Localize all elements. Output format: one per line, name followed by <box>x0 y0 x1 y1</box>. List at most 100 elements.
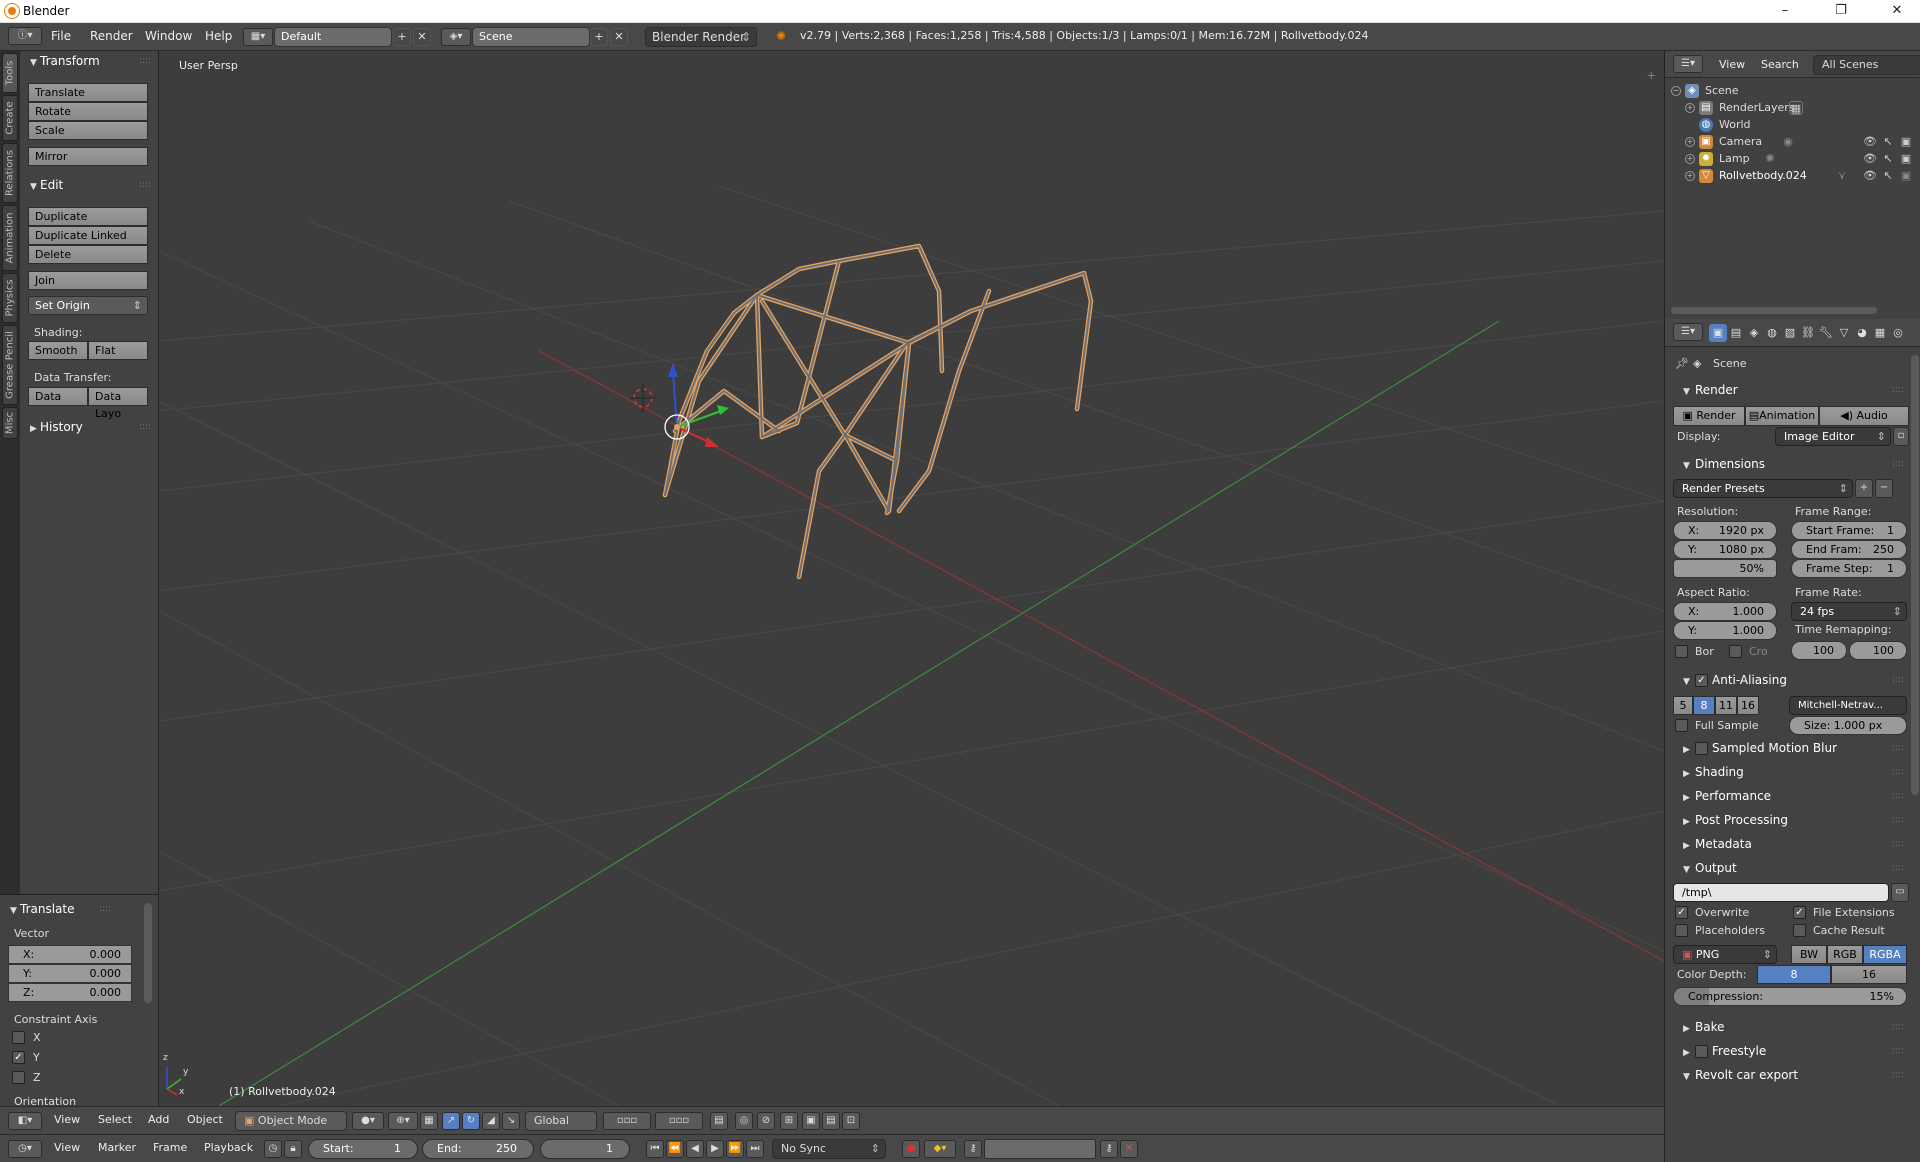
texture-tab-icon[interactable]: ▦ <box>1871 324 1889 342</box>
set-origin-dropdown[interactable]: Set Origin ⇕ <box>28 296 148 315</box>
resolution-y-field[interactable]: Y: 1080 px <box>1673 540 1777 559</box>
rotate-button[interactable]: Rotate <box>28 102 148 121</box>
editor-type-properties-icon[interactable]: ☰▾ <box>1673 323 1703 341</box>
selectable-cursor-icon[interactable]: ↖ <box>1881 152 1895 166</box>
3d-viewport[interactable]: z y x User Persp (1) Rollvetbody.024 + <box>159 51 1664 1106</box>
panel-grip-icon[interactable]: :::: <box>1892 833 1904 855</box>
panel-grip-icon[interactable]: :::: <box>1892 453 1904 475</box>
expand-icon[interactable]: + <box>1685 171 1695 181</box>
material-tab-icon[interactable]: ◕ <box>1853 324 1871 342</box>
pivot-point-icon[interactable]: ⊕▾ <box>388 1112 418 1130</box>
aa-samples-16[interactable]: 16 <box>1737 696 1759 715</box>
object-tab-icon[interactable]: ▧ <box>1781 324 1799 342</box>
data-transfer-button[interactable]: Data <box>28 387 88 406</box>
viewport-expand-icon[interactable]: + <box>1647 69 1656 82</box>
translate-button[interactable]: Translate <box>28 83 148 102</box>
record-icon[interactable]: ● <box>902 1140 920 1158</box>
proportional-edit-icon[interactable]: ◎ <box>735 1112 753 1130</box>
remove-layout-icon[interactable]: ✕ <box>413 28 431 46</box>
bake-section-header[interactable]: ▶ Bake:::: <box>1671 1016 1908 1038</box>
outliner-h-scrollbar[interactable] <box>1671 307 1877 314</box>
color-depth-8[interactable]: 8 <box>1757 965 1831 984</box>
output-path-field[interactable]: /tmp\ <box>1673 883 1889 902</box>
file-format-dropdown[interactable]: ▣ PNG ⇕ <box>1673 945 1777 964</box>
menu-marker[interactable]: Marker <box>98 1141 136 1154</box>
properties-scrollbar[interactable] <box>1911 355 1919 795</box>
minimize-button[interactable]: – <box>1762 0 1808 22</box>
placeholders-checkbox[interactable] <box>1675 924 1688 937</box>
scene-field[interactable]: Scene <box>472 27 590 47</box>
vector-x-field[interactable]: X: 0.000 <box>8 945 132 964</box>
3d-cursor-icon[interactable] <box>629 384 657 412</box>
panel-grip-icon[interactable]: :::: <box>1892 857 1904 879</box>
menu-help[interactable]: Help <box>205 29 232 43</box>
file-extensions-checkbox[interactable]: ✓ <box>1793 906 1806 919</box>
end-frame-field[interactable]: End: 250 <box>422 1139 534 1159</box>
keying-icon[interactable]: ◆▾ <box>924 1140 956 1158</box>
panel-grip-icon[interactable]: :::: <box>1892 761 1904 783</box>
tab-grease-pencil[interactable]: Grease Pencil <box>2 325 18 405</box>
transform-orientation-dropdown[interactable]: Global <box>525 1111 597 1131</box>
overwrite-checkbox[interactable]: ✓ <box>1675 906 1688 919</box>
close-button[interactable]: ✕ <box>1874 0 1920 22</box>
color-depth-16[interactable]: 16 <box>1831 965 1907 984</box>
panel-grip-icon[interactable]: :::: <box>1892 1016 1904 1038</box>
expand-icon[interactable]: + <box>1685 103 1695 113</box>
render-image-button[interactable]: ▣ Render <box>1673 406 1745 426</box>
render-engine-dropdown[interactable]: Blender Render ⇕ <box>645 27 757 47</box>
opengl-anim-icon[interactable]: ▤ <box>822 1112 840 1130</box>
aa-samples-8[interactable]: 8 <box>1693 696 1715 715</box>
panel-grip-icon[interactable]: :::: <box>1892 379 1904 401</box>
cache-result-checkbox[interactable] <box>1793 924 1806 937</box>
output-section-header[interactable]: ▼ Output:::: <box>1671 857 1908 879</box>
panel-grip-icon[interactable]: :::: <box>139 175 151 195</box>
opengl-render-icon[interactable]: ▣ <box>802 1112 820 1130</box>
start-frame-field[interactable]: Start: 1 <box>308 1139 418 1159</box>
current-frame-field[interactable]: 1 <box>540 1139 630 1159</box>
translate-panel-header[interactable]: ▼ Translate:::: <box>0 899 137 919</box>
resolution-x-field[interactable]: X: 1920 px <box>1673 521 1777 540</box>
render-presets-dropdown[interactable]: Render Presets ⇕ <box>1673 479 1853 498</box>
snap-target-icon[interactable]: ⊞ <box>780 1112 798 1130</box>
history-panel-header[interactable]: ▶ History:::: <box>20 417 157 437</box>
tab-tools[interactable]: Tools <box>2 53 18 93</box>
visibility-eye-icon[interactable]: 👁︎ <box>1863 152 1877 166</box>
color-mode-rgba[interactable]: RGBA <box>1863 945 1907 964</box>
full-sample-checkbox[interactable] <box>1675 719 1688 732</box>
vector-y-field[interactable]: Y: 0.000 <box>8 964 132 983</box>
post-processing-section-header[interactable]: ▶ Post Processing:::: <box>1671 809 1908 831</box>
panel-grip-icon[interactable]: :::: <box>139 417 151 437</box>
frame-step-field[interactable]: Frame Step: 1 <box>1791 559 1907 578</box>
add-preset-icon[interactable]: + <box>1855 479 1873 498</box>
editor-type-timeline-icon[interactable]: ◷▾ <box>8 1140 42 1158</box>
tab-relations[interactable]: Relations <box>2 143 18 203</box>
outliner-menu-view[interactable]: View <box>1719 58 1745 71</box>
tab-misc[interactable]: Misc <box>2 407 18 439</box>
motion-blur-checkbox[interactable] <box>1695 742 1708 755</box>
world-tab-icon[interactable]: ◍ <box>1763 324 1781 342</box>
color-mode-bw[interactable]: BW <box>1791 945 1827 964</box>
aspect-y-field[interactable]: Y: 1.000 <box>1673 621 1777 640</box>
frame-rate-dropdown[interactable]: 24 fps ⇕ <box>1791 602 1907 621</box>
duplicate-linked-button[interactable]: Duplicate Linked <box>28 226 148 245</box>
render-audio-button[interactable]: ◀) Audio <box>1819 406 1909 426</box>
lock-range-icon[interactable]: 🔒︎ <box>284 1140 302 1158</box>
visibility-eye-icon[interactable]: 👁︎ <box>1863 135 1877 149</box>
play-icon[interactable]: ▶ <box>706 1140 724 1158</box>
render-tab-icon[interactable]: ▣ <box>1709 324 1727 342</box>
insert-keyframe-icon[interactable]: ⚷ <box>1100 1140 1118 1158</box>
duplicate-button[interactable]: Duplicate <box>28 207 148 226</box>
screen-layout-field[interactable]: Default <box>274 27 392 47</box>
selectable-cursor-icon[interactable]: ↖ <box>1881 135 1895 149</box>
panel-grip-icon[interactable]: :::: <box>99 899 111 919</box>
panel-grip-icon[interactable]: :::: <box>1892 809 1904 831</box>
crop-checkbox[interactable] <box>1729 645 1742 658</box>
shading-section-header[interactable]: ▶ Shading:::: <box>1671 761 1908 783</box>
freestyle-section-header[interactable]: ▶ Freestyle:::: <box>1671 1040 1908 1062</box>
add-scene-icon[interactable]: + <box>590 28 608 46</box>
outliner-menu-search[interactable]: Search <box>1761 58 1799 71</box>
border-checkbox[interactable] <box>1675 645 1688 658</box>
delete-button[interactable]: Delete <box>28 245 148 264</box>
visibility-eye-icon[interactable]: 👁︎ <box>1863 169 1877 183</box>
menu-file[interactable]: File <box>51 29 71 43</box>
